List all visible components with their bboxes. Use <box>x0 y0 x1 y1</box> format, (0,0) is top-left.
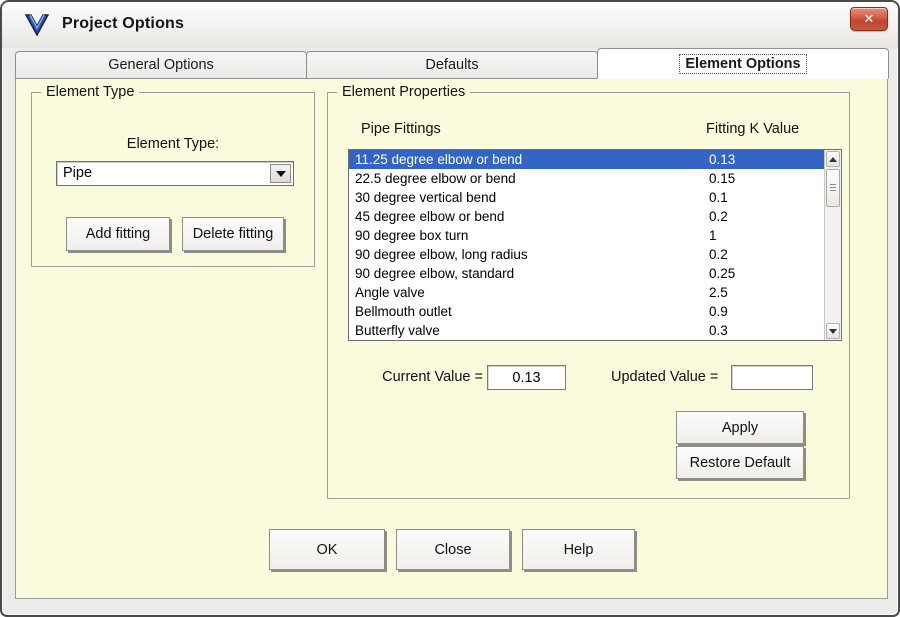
column-header-fitting-k-value: Fitting K Value <box>706 121 799 137</box>
fitting-k-value: 0.15 <box>709 169 735 188</box>
element-type-group: Element Type Element Type: Pipe Add fitt… <box>31 92 315 267</box>
fitting-k-value: 1 <box>709 226 717 245</box>
list-item[interactable]: 90 degree box turn 1 <box>349 226 841 245</box>
project-options-dialog: Project Options ✕ General Options Defaul… <box>0 0 900 617</box>
list-item[interactable]: 11.25 degree elbow or bend 0.13 <box>349 150 841 169</box>
updated-value-label: Updated Value = <box>611 365 727 390</box>
element-type-selected-value: Pipe <box>63 165 92 181</box>
app-logo-icon <box>24 13 50 37</box>
element-properties-group-label: Element Properties <box>337 84 470 100</box>
arrow-up-icon <box>829 157 837 162</box>
fitting-name: 90 degree elbow, standard <box>355 266 514 281</box>
add-fitting-button[interactable]: Add fitting <box>66 217 170 251</box>
apply-button[interactable]: Apply <box>676 411 804 444</box>
updated-value-field[interactable] <box>731 365 813 390</box>
tab-defaults[interactable]: Defaults <box>306 51 598 79</box>
list-item[interactable]: Bellmouth outlet 0.9 <box>349 302 841 321</box>
arrow-down-icon <box>829 329 837 334</box>
fitting-k-value: 0.9 <box>709 302 728 321</box>
fitting-name: Bellmouth outlet <box>355 304 452 319</box>
tab-general-options[interactable]: General Options <box>15 51 307 79</box>
list-item[interactable]: 30 degree vertical bend 0.1 <box>349 188 841 207</box>
element-properties-group: Element Properties Pipe Fittings Fitting… <box>327 92 850 499</box>
fitting-k-value: 0.2 <box>709 207 728 226</box>
tab-page-element-options: Element Type Element Type: Pipe Add fitt… <box>15 79 888 599</box>
title-bar: Project Options ✕ <box>2 2 898 48</box>
element-type-dropdown[interactable]: Pipe <box>56 161 294 186</box>
scroll-up-button[interactable] <box>826 151 840 167</box>
dropdown-arrow-button[interactable] <box>270 164 291 183</box>
fitting-k-value: 2.5 <box>709 283 728 302</box>
close-button[interactable]: ✕ <box>850 7 888 31</box>
ok-button[interactable]: OK <box>269 529 385 570</box>
element-type-field-label: Element Type: <box>32 136 314 152</box>
fitting-k-value: 0.25 <box>709 264 735 283</box>
list-item[interactable]: 45 degree elbow or bend 0.2 <box>349 207 841 226</box>
vertical-scrollbar[interactable] <box>824 150 841 340</box>
fitting-k-value: 0.1 <box>709 188 728 207</box>
fitting-name: 22.5 degree elbow or bend <box>355 171 516 186</box>
scrollbar-thumb[interactable] <box>826 169 840 207</box>
list-item[interactable]: 90 degree elbow, long radius 0.2 <box>349 245 841 264</box>
delete-fitting-button[interactable]: Delete fitting <box>182 217 284 251</box>
column-header-pipe-fittings: Pipe Fittings <box>361 121 441 137</box>
current-value-label: Current Value = <box>371 365 483 390</box>
chevron-down-icon <box>276 171 286 177</box>
current-value-field[interactable] <box>487 365 566 390</box>
help-button[interactable]: Help <box>522 529 635 570</box>
fitting-name: 90 degree elbow, long radius <box>355 247 528 262</box>
list-item[interactable]: 90 degree elbow, standard 0.25 <box>349 264 841 283</box>
fitting-name: 11.25 degree elbow or bend <box>355 152 522 167</box>
grip-icon <box>830 184 836 193</box>
tab-element-options[interactable]: Element Options <box>597 48 889 79</box>
fitting-name: 45 degree elbow or bend <box>355 209 504 224</box>
element-type-group-label: Element Type <box>41 84 139 100</box>
fittings-list: 11.25 degree elbow or bend0.1322.5 degre… <box>349 150 841 340</box>
close-dialog-button[interactable]: Close <box>396 529 510 570</box>
fitting-k-value: 0.2 <box>709 245 728 264</box>
scroll-down-button[interactable] <box>826 323 840 339</box>
restore-default-button[interactable]: Restore Default <box>676 446 804 479</box>
list-item[interactable]: Butterfly valve 0.3 <box>349 321 841 340</box>
fittings-listbox[interactable]: 11.25 degree elbow or bend0.1322.5 degre… <box>348 149 842 341</box>
fitting-name: Angle valve <box>355 285 425 300</box>
list-item[interactable]: Angle valve 2.5 <box>349 283 841 302</box>
fitting-name: 30 degree vertical bend <box>355 190 496 205</box>
fitting-name: 90 degree box turn <box>355 228 468 243</box>
fitting-k-value: 0.3 <box>709 321 728 340</box>
tab-bar: General Options Defaults Element Options <box>15 48 888 79</box>
fitting-name: Butterfly valve <box>355 323 440 338</box>
fitting-k-value: 0.13 <box>709 150 735 169</box>
window-title: Project Options <box>62 15 184 33</box>
list-item[interactable]: 22.5 degree elbow or bend 0.15 <box>349 169 841 188</box>
